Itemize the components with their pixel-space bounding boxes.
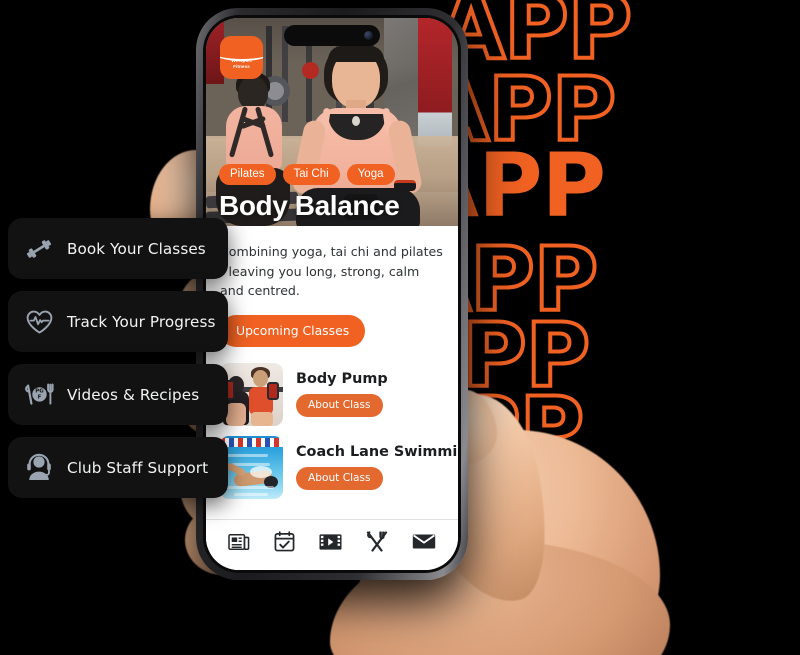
feature-card-club-staff-support[interactable]: Club Staff Support (8, 437, 228, 498)
class-name: Coach Lane Swimming (296, 444, 458, 461)
class-thumbnail-swimming (220, 435, 283, 499)
class-list: Body Pump About Class Coach Lane Swimmi … (206, 362, 458, 519)
necklace (352, 116, 360, 126)
gym-red-pillar (418, 18, 452, 146)
video-icon (319, 533, 342, 551)
promo-stage: APP APP APP APP APP APP APP APP APP (0, 0, 800, 655)
hero-tag-taichi[interactable]: Tai Chi (282, 163, 340, 185)
screen-content: Combining yoga, tai chi and pilates - le… (206, 226, 458, 570)
feature-card-track-your-progress[interactable]: Track Your Progress (8, 291, 228, 352)
legs (226, 402, 246, 426)
feature-card-label: Videos & Recipes (67, 385, 200, 404)
page-title: Body Balance (219, 189, 400, 221)
mail-icon (412, 533, 436, 550)
feature-card-list: Book Your Classes Track Your Progress PG… (8, 218, 228, 498)
dynamic-island (284, 25, 380, 46)
feature-card-book-your-classes[interactable]: Book Your Classes (8, 218, 228, 279)
calendar-icon (274, 531, 295, 552)
class-info: Coach Lane Swimming About Class (296, 444, 458, 491)
svg-text:F: F (37, 394, 41, 400)
app-logo-label: Westport Fitness (220, 58, 263, 69)
class-list-item[interactable]: Body Pump About Class (220, 362, 444, 426)
feature-card-label: Book Your Classes (67, 239, 206, 258)
feature-card-videos-and-recipes[interactable]: PG F Videos & Recipes (8, 364, 228, 425)
dumbbell-icon (24, 234, 54, 264)
smartphone-mockup: Westport Fitness Pilates Tai Chi Yoga Bo… (196, 8, 468, 580)
phone-bezel: Westport Fitness Pilates Tai Chi Yoga Bo… (203, 15, 461, 573)
nav-mail-button[interactable] (409, 531, 439, 552)
class-thumbnail-body-pump (220, 362, 283, 426)
app-wordmark-stack: APP APP APP APP APP APP APP APP APP (365, 0, 800, 655)
water-ripple (224, 453, 268, 457)
water-ripple (232, 462, 270, 466)
description-block: Combining yoga, tai chi and pilates - le… (206, 226, 458, 363)
bottom-navigation-bar (206, 519, 458, 570)
heart-pulse-icon (24, 307, 54, 337)
app-logo: Westport Fitness (220, 36, 263, 79)
head (238, 76, 268, 110)
nav-calendar-button[interactable] (271, 529, 298, 554)
water-ripple (222, 485, 274, 489)
nav-dining-button[interactable] (363, 529, 391, 554)
water-ripple (234, 492, 268, 496)
hero-tag-yoga[interactable]: Yoga (346, 163, 395, 185)
app-logo-line2: Fitness (233, 63, 250, 69)
app-wordmark-outline: APP (365, 612, 564, 655)
hero-tag-list: Pilates Tai Chi Yoga (219, 163, 445, 185)
class-description: Combining yoga, tai chi and pilates - le… (220, 244, 443, 299)
meal-icon: PG F (24, 380, 54, 410)
headset-agent-icon (24, 453, 54, 483)
feature-card-label: Club Staff Support (67, 458, 209, 477)
about-class-button[interactable]: About Class (296, 467, 383, 491)
hero-tag-pilates[interactable]: Pilates (219, 163, 276, 185)
front-camera-icon (364, 31, 373, 40)
class-name: Body Pump (296, 371, 388, 388)
legs (251, 411, 273, 426)
lane-rope (220, 437, 283, 447)
weight-plate (267, 381, 279, 400)
hair-band (328, 46, 384, 62)
head (253, 369, 268, 387)
dining-icon (366, 531, 388, 552)
nav-news-button[interactable] (225, 530, 253, 554)
feature-card-label: Track Your Progress (67, 312, 216, 331)
upcoming-classes-button[interactable]: Upcoming Classes (220, 314, 366, 347)
hero-image: Westport Fitness Pilates Tai Chi Yoga Bo… (206, 18, 458, 226)
nav-video-button[interactable] (316, 531, 345, 553)
class-info: Body Pump About Class (296, 371, 388, 418)
class-list-item[interactable]: Coach Lane Swimming About Class (220, 435, 458, 499)
news-icon (228, 532, 250, 552)
about-class-button[interactable]: About Class (296, 394, 383, 418)
hero-overlay: Pilates Tai Chi Yoga Body Balance (206, 163, 458, 221)
phone-screen: Westport Fitness Pilates Tai Chi Yoga Bo… (206, 18, 458, 570)
